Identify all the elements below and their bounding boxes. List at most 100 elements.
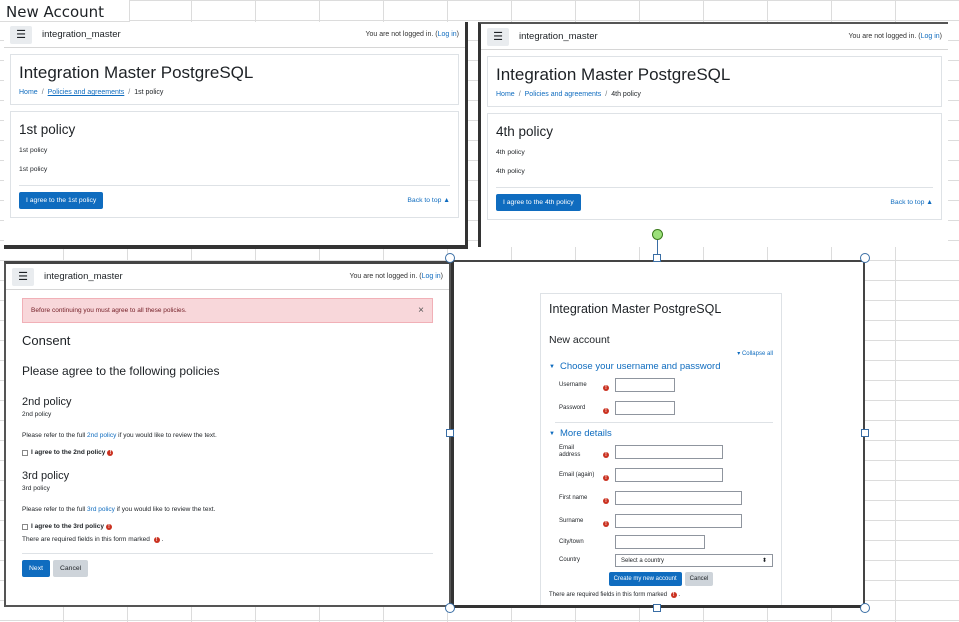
resize-handle-sw[interactable] <box>445 603 455 613</box>
fieldset-more-details[interactable]: ▼ More details <box>549 428 773 439</box>
screenshot-4th-policy[interactable]: ☰ integration_master You are not logged … <box>478 22 948 247</box>
exclamation-circle-icon: ! <box>603 498 609 504</box>
breadcrumb-current: 4th policy <box>611 91 641 98</box>
login-link[interactable]: Log in <box>438 31 457 38</box>
breadcrumb-home[interactable]: Home <box>19 89 38 96</box>
policy-link[interactable]: 3rd policy <box>87 506 115 513</box>
site-title: Integration Master PostgreSQL <box>549 302 722 316</box>
site-name[interactable]: integration_master <box>42 29 121 40</box>
breadcrumb-policies[interactable]: Policies and agreements <box>525 91 602 98</box>
next-button[interactable]: Next <box>22 560 50 577</box>
alert-text: Before continuing you must agree to all … <box>31 307 187 314</box>
username-input[interactable] <box>615 378 675 392</box>
agree-heading: Please agree to the following policies <box>22 364 220 378</box>
country-select[interactable]: Select a country ⬍ <box>615 554 773 567</box>
policy-content: 1st policy <box>19 166 48 173</box>
create-account-button[interactable]: Create my new account <box>608 572 682 586</box>
policy-summary: 3rd policy <box>22 485 50 492</box>
close-icon[interactable]: × <box>418 305 424 316</box>
policy-refer-text: Please refer to the full 3rd policy if y… <box>22 506 216 513</box>
navbar: ☰ integration_master You are not logged … <box>481 24 948 50</box>
screenshot-new-account[interactable]: Integration Master PostgreSQL New accoun… <box>451 260 865 608</box>
email-again-input[interactable] <box>615 468 723 482</box>
agree-checkbox[interactable] <box>22 449 28 456</box>
cancel-button[interactable]: Cancel <box>684 572 714 586</box>
policy-summary: 2nd policy <box>22 411 52 418</box>
back-to-top-link[interactable]: Back to top ▲ <box>890 199 933 206</box>
screenshot-consent[interactable]: ☰ integration_master You are not logged … <box>4 261 451 607</box>
resize-handle-ne[interactable] <box>860 253 870 263</box>
policy-card: 1st policy 1st policy 1st policy I agree… <box>10 111 459 218</box>
exclamation-circle-icon: ! <box>603 408 609 414</box>
surname-label: Surname <box>559 517 584 524</box>
login-info: You are not logged in. (Log in) <box>848 33 942 40</box>
exclamation-circle-icon: ! <box>603 452 609 458</box>
cancel-button[interactable]: Cancel <box>52 560 89 577</box>
city-input[interactable] <box>615 535 705 549</box>
agree-checkbox[interactable] <box>22 523 28 530</box>
breadcrumb-current: 1st policy <box>134 89 164 96</box>
resize-handle-w[interactable] <box>446 429 454 437</box>
screenshot-1st-policy[interactable]: ☰ integration_master You are not logged … <box>4 22 468 249</box>
site-name[interactable]: integration_master <box>519 31 598 42</box>
breadcrumb-home[interactable]: Home <box>496 91 515 98</box>
signup-form-card: Integration Master PostgreSQL New accoun… <box>540 293 782 605</box>
email-input[interactable] <box>615 445 723 459</box>
policy-summary: 1st policy <box>19 147 48 154</box>
required-note: There are required fields in this form m… <box>549 592 681 598</box>
checkbox-label[interactable]: I agree to the 3rd policy <box>31 523 104 530</box>
email-again-label: Email (again) <box>559 471 595 478</box>
hamburger-menu-icon[interactable]: ☰ <box>487 27 509 46</box>
fieldset-username-password[interactable]: ▼ Choose your username and password <box>549 361 773 372</box>
exclamation-circle-icon: ! <box>603 475 609 481</box>
rotate-handle-icon[interactable] <box>652 229 663 240</box>
hamburger-menu-icon[interactable]: ☰ <box>10 25 32 44</box>
checkbox-label[interactable]: I agree to the 2nd policy <box>31 449 105 456</box>
navbar: ☰ integration_master You are not logged … <box>6 264 449 290</box>
required-note: There are required fields in this form m… <box>22 536 164 543</box>
password-input[interactable] <box>615 401 675 415</box>
page-header: Integration Master PostgreSQL Home / Polic… <box>487 56 942 107</box>
resize-handle-nw[interactable] <box>445 253 455 263</box>
surname-input[interactable] <box>615 514 742 528</box>
page-header: Integration Master PostgreSQL Home / Polic… <box>10 54 459 105</box>
country-label: Country <box>559 557 581 563</box>
policy-title: 1st policy <box>19 122 76 137</box>
agree-checkbox-row[interactable]: I agree to the 2nd policy ! <box>22 449 433 456</box>
policy-link[interactable]: 2nd policy <box>87 432 116 439</box>
password-label: Password <box>559 404 586 411</box>
exclamation-circle-icon: ! <box>670 592 677 598</box>
consent-alert: Before continuing you must agree to all … <box>22 298 433 323</box>
hamburger-menu-icon[interactable]: ☰ <box>12 267 34 286</box>
first-name-input[interactable] <box>615 491 742 505</box>
page-title: Integration Master PostgreSQL <box>19 63 254 82</box>
page-title: Integration Master PostgreSQL <box>496 65 731 84</box>
resize-handle-e[interactable] <box>861 429 869 437</box>
policy-title: 3rd policy <box>22 470 70 482</box>
breadcrumb-policies[interactable]: Policies and agreements <box>48 89 125 96</box>
login-info: You are not logged in. (Log in) <box>349 273 443 280</box>
agree-checkbox-row[interactable]: I agree to the 3rd policy ! <box>22 523 433 530</box>
resize-handle-s[interactable] <box>653 604 661 612</box>
exclamation-circle-icon: ! <box>107 449 114 456</box>
collapse-all-link[interactable]: ▾ Collapse all <box>549 350 773 357</box>
policy-content: 4th policy <box>496 168 525 175</box>
site-name[interactable]: integration_master <box>44 271 123 282</box>
resize-handle-n[interactable] <box>653 254 661 262</box>
city-label: City/town <box>559 538 584 545</box>
cell-a1[interactable]: New Account <box>0 0 130 22</box>
resize-handle-se[interactable] <box>860 603 870 613</box>
caret-down-icon: ▼ <box>549 363 555 370</box>
agree-button[interactable]: I agree to the 4th policy <box>496 194 581 211</box>
policy-refer-text: Please refer to the full 2nd policy if y… <box>22 432 217 439</box>
policy-title: 4th policy <box>496 124 554 139</box>
login-info: You are not logged in. (Log in) <box>365 31 459 38</box>
navbar: ☰ integration_master You are not logged … <box>4 22 465 48</box>
policy-summary: 4th policy <box>496 149 525 156</box>
consent-title: Consent <box>22 333 71 348</box>
login-link[interactable]: Log in <box>921 33 940 40</box>
login-link[interactable]: Log in <box>422 273 441 280</box>
back-to-top-link[interactable]: Back to top ▲ <box>407 197 450 204</box>
select-arrows-icon: ⬍ <box>761 558 767 564</box>
agree-button[interactable]: I agree to the 1st policy <box>19 192 104 209</box>
